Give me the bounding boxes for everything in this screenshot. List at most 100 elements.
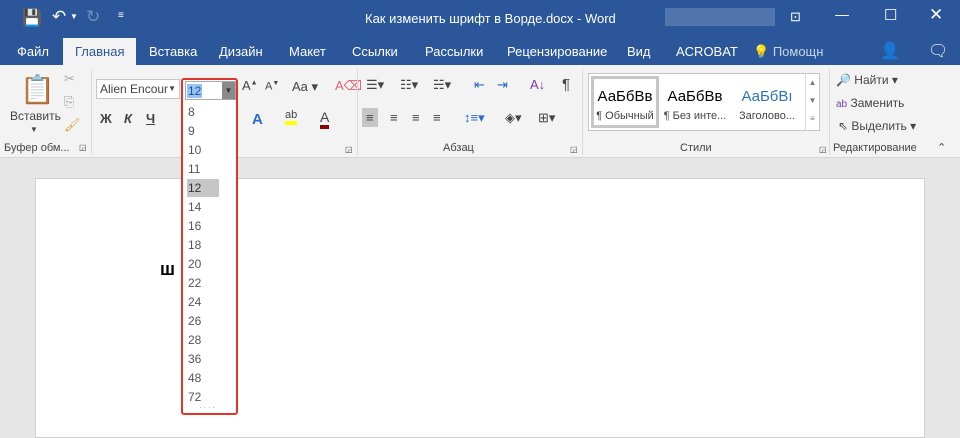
italic-button[interactable]: К [124,111,132,126]
bullets-icon[interactable]: ☰▾ [366,77,384,93]
decrease-indent-icon[interactable]: ⇤ [474,77,485,93]
shading-icon[interactable]: ◈▾ [505,110,522,126]
find-label: Найти [854,73,889,87]
clipboard-launcher-icon[interactable]: ◲ [79,143,87,152]
minimize-button[interactable]: — [835,6,849,22]
paste-icon[interactable]: 📋 [20,73,55,106]
cut-icon[interactable]: ✂ [64,71,75,87]
maximize-button[interactable]: ☐ [884,6,897,24]
redo-icon[interactable]: ↻ [86,7,100,27]
text-effects-icon[interactable]: A [252,111,263,128]
select-label: Выделить [851,119,907,133]
grow-font-icon[interactable]: A▲ [242,78,258,93]
font-size-option[interactable]: 18 [187,236,219,254]
paste-dropdown-icon[interactable]: ▼ [30,125,38,134]
highlight-color-icon[interactable]: ab [285,109,298,125]
paragraph-launcher-icon[interactable]: ◲ [570,145,578,154]
share-icon[interactable]: 👤 [880,41,900,61]
undo-dropdown-icon[interactable]: ▼ [70,12,78,21]
resize-grip-icon[interactable]: ···· [199,402,216,413]
replace-label: Заменить [850,96,905,110]
font-size-option[interactable]: 14 [187,198,219,216]
font-size-dropdown: 12 ▼ 8 9 10 11 12 14 16 18 20 22 24 26 28 36 48 72 ···· [181,78,238,415]
style-name: ¶ Без инте... [663,110,727,122]
change-case-icon[interactable]: Aa ▾ [292,79,318,95]
tell-me-search[interactable]: 💡 Помощн [753,44,823,60]
styles-scroll[interactable]: ▲ ▼ ≡ [805,74,819,130]
close-button[interactable]: ✕ [929,5,943,25]
sort-icon[interactable]: A↓ [530,77,545,92]
font-name-value: Alien Encour [100,82,169,96]
font-size-option[interactable]: 28 [187,331,219,349]
font-size-option[interactable]: 8 [187,103,219,121]
tab-acrobat[interactable]: ACROBAT [676,44,738,59]
customize-qat-icon[interactable]: ≡ [118,10,124,21]
tab-file[interactable]: Файл [17,44,49,59]
font-size-option[interactable]: 26 [187,312,219,330]
document-page[interactable]: ш [35,178,925,438]
ribbon: 📋 Вставить ▼ ✂ ⎘ 🖌 Буфер обм... ◲ Alien … [0,65,960,158]
comments-icon[interactable]: 🗨 [928,41,948,61]
ribbon-display-icon[interactable]: ⊡ [790,9,801,25]
tab-layout[interactable]: Макет [289,44,326,59]
align-center-icon[interactable]: ≡ [390,110,398,125]
bold-button[interactable]: Ж [100,111,112,126]
numbering-icon[interactable]: ☷▾ [400,77,418,93]
font-size-option[interactable]: 12 [187,179,219,197]
style-no-spacing[interactable]: АаБбВв ¶ Без инте... [661,76,729,128]
tab-design[interactable]: Дизайн [219,44,263,59]
increase-indent-icon[interactable]: ⇥ [497,77,508,93]
font-size-option[interactable]: 22 [187,274,219,292]
style-name: Заголово... [738,110,796,122]
styles-launcher-icon[interactable]: ◲ [819,145,827,154]
style-preview: АаБбВв [597,88,653,105]
show-marks-icon[interactable]: ¶ [562,76,570,93]
save-icon[interactable]: 💾 [22,8,42,28]
chevron-down-icon[interactable]: ▼ [222,82,235,99]
font-name-combobox[interactable]: Alien Encour ▼ [96,79,180,99]
tab-view[interactable]: Вид [627,44,651,59]
group-styles-label: Стили [680,142,712,154]
cursor-icon: ⇖ [838,119,849,133]
justify-icon[interactable]: ≡ [433,110,441,125]
font-size-value: 12 [187,84,203,98]
find-button[interactable]: 🔎 Найти ▾ [836,73,898,87]
underline-button[interactable]: Ч [146,111,155,126]
font-launcher-icon[interactable]: ◲ [345,145,353,154]
replace-button[interactable]: ab Заменить [836,96,904,110]
line-spacing-icon[interactable]: ↕≡▾ [464,110,485,126]
clear-formatting-icon[interactable]: A⌫ [335,78,362,94]
font-size-input[interactable]: 12 ▼ [185,81,236,100]
font-size-option[interactable]: 24 [187,293,219,311]
font-size-option[interactable]: 20 [187,255,219,273]
font-color-icon[interactable]: A [320,109,330,129]
paste-button[interactable]: Вставить [10,109,61,123]
copy-icon[interactable]: ⎘ [64,94,74,110]
align-right-icon[interactable]: ≡ [412,110,420,125]
tab-insert[interactable]: Вставка [149,44,197,59]
font-size-option[interactable]: 9 [187,122,219,140]
style-normal[interactable]: АаБбВв ¶ Обычный [591,76,659,128]
font-size-option[interactable]: 36 [187,350,219,368]
collapse-ribbon-icon[interactable]: ⌃ [937,141,946,154]
style-heading-1[interactable]: АаБбВı Заголово... [733,76,801,128]
font-size-option[interactable]: 16 [187,217,219,235]
format-painter-icon[interactable]: 🖌 [64,117,81,133]
undo-icon[interactable]: ↶ [52,7,66,27]
tab-mailings[interactable]: Рассылки [425,44,483,59]
tab-home[interactable]: Главная [63,38,137,65]
group-paragraph-label: Абзац [443,142,474,154]
align-left-icon[interactable]: ≡ [362,108,378,127]
font-size-option[interactable]: 48 [187,369,219,387]
font-size-option[interactable]: 11 [187,160,219,178]
font-size-option[interactable]: 10 [187,141,219,159]
borders-icon[interactable]: ⊞▾ [538,110,555,126]
tab-review[interactable]: Рецензирование [507,44,607,59]
group-clipboard-label: Буфер обм... [4,142,70,154]
title-bar: 💾 ↶ ▼ ↻ ≡ Как изменить шрифт в Ворде.doc… [0,0,960,38]
account-name-blurred [665,8,775,26]
multilevel-list-icon[interactable]: ☵▾ [433,77,451,93]
shrink-font-icon[interactable]: A▼ [265,80,279,93]
select-button[interactable]: ⇖ Выделить ▾ [838,119,916,133]
tab-references[interactable]: Ссылки [352,44,398,59]
